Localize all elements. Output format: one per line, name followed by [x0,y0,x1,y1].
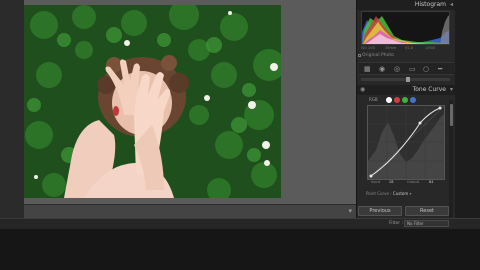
iso-text: ISO 200 [361,46,375,50]
point-curve-label: Point Curve : [366,191,392,196]
tone-curve-graph[interactable] [367,105,445,180]
radial-filter-icon[interactable]: ○ [423,65,429,73]
reset-button[interactable]: Reset [405,206,449,216]
target-adjust-icon[interactable]: ◉ [360,86,365,93]
filmstrip[interactable] [0,229,480,270]
histogram-graph [361,11,450,45]
lightroom-develop-window: ▾ Histogram ◂ ISO 200 35mm f/2.8 1/500 O… [0,0,480,270]
histogram-header[interactable]: Histogram ◂ [357,0,456,10]
histogram-info: ISO 200 35mm f/2.8 1/500 [361,46,450,51]
dropdown-arrow-icon[interactable]: ▾ [410,191,412,196]
spot-removal-icon[interactable]: ◉ [379,65,385,73]
right-panel: Histogram ◂ ISO 200 35mm f/2.8 1/500 Ori… [356,0,456,218]
channel-selector: RGB [361,96,450,104]
filter-select[interactable]: No Filter [404,220,449,227]
toolbar-menu-arrow-icon[interactable]: ▾ [348,207,352,215]
collapse-arrow-icon[interactable]: ◂ [450,1,453,8]
channel-red-button[interactable] [394,97,400,103]
output-value: 84 [429,180,434,184]
adjustment-brush-icon[interactable]: ━ [438,65,442,73]
tool-strip: ▦ ◉ ◎ ▭ ○ ━ [359,62,454,75]
canvas-toolbar: ▾ [24,204,356,218]
input-value: 28 [389,180,394,184]
original-photo-checkbox[interactable] [358,54,361,57]
curve-point [438,106,442,110]
previous-button[interactable]: Previous [358,206,402,216]
point-curve-select[interactable]: Custom [393,191,408,196]
image-canvas[interactable] [24,0,356,204]
input-label: Input [371,180,381,184]
filter-label: Filter : [389,221,404,226]
collapse-arrow-icon[interactable]: ▾ [450,86,453,93]
photo-preview [24,5,281,198]
crop-icon[interactable]: ▦ [364,65,371,73]
tone-curve-title: Tone Curve [412,86,446,93]
histogram-plot [362,15,449,44]
point-curve-row[interactable]: Point Curve : Custom ▾ [366,191,412,196]
curve-values: Input 28 Output 84 [367,180,445,186]
red-eye-icon[interactable]: ◎ [394,65,400,73]
curve-point [418,121,422,125]
histogram-title: Histogram [414,1,446,8]
shutter-text: 1/500 [425,46,436,50]
tone-curve-plot[interactable] [367,105,445,180]
channel-label: RGB [369,97,378,102]
channel-green-button[interactable] [402,97,408,103]
slider-knob[interactable] [406,77,410,82]
curve-point [369,174,373,178]
channel-blue-button[interactable] [410,97,416,103]
aperture-text: f/2.8 [405,46,413,50]
original-photo-label: Original Photo [362,53,394,58]
focal-length-text: 35mm [385,46,397,50]
channel-rgb-button[interactable] [386,97,392,103]
graduated-filter-icon[interactable]: ▭ [409,65,416,73]
panel-scrollbar-thumb[interactable] [450,104,453,126]
tool-slider[interactable] [361,77,450,82]
output-label: Output [407,180,420,184]
right-edge-panel [455,0,480,218]
left-panel-collapsed[interactable] [0,0,24,218]
photo-image [24,5,281,198]
tone-curve-header[interactable]: Tone Curve ▾ ◉ [357,85,456,95]
filmstrip-header: Filter : No Filter [0,218,480,229]
